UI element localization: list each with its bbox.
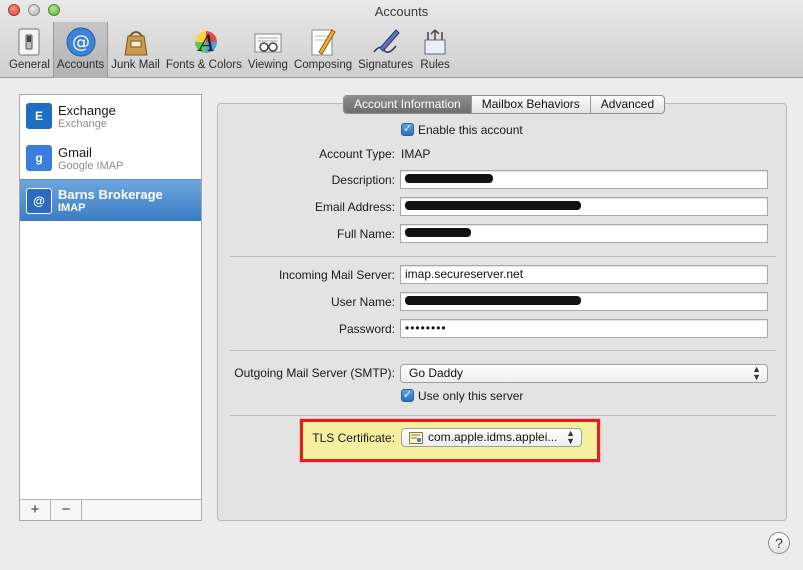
toolbar-rules[interactable]: Rules [416,22,454,78]
certificate-icon [409,432,423,444]
account-row-barns-brokerage[interactable]: @ Barns Brokerage IMAP [20,179,201,221]
smtp-server-popup[interactable]: Go Daddy ▲ ▼ [400,364,768,383]
preferences-toolbar: General @ Accounts Junk Mail A Fonts & C… [6,22,454,78]
toolbar-label: Junk Mail [111,59,160,71]
toolbar-signatures[interactable]: Signatures [355,22,416,78]
toolbar-label: Rules [420,59,450,71]
tls-certificate-popup[interactable]: com.apple.idms.applei... ▲ ▼ [401,428,582,447]
password-field[interactable]: •••••••• [400,319,768,338]
account-list[interactable]: E Exchange Exchange g Gmail Google IMAP … [19,94,202,521]
section-divider [230,256,776,257]
section-divider [230,350,776,351]
fonts-colors-icon: A [194,31,217,57]
smtp-label: Outgoing Mail Server (SMTP): [234,366,395,380]
popup-arrows-icon: ▲ ▼ [752,364,761,382]
help-button[interactable]: ? [768,532,790,554]
general-switch-icon [18,28,40,56]
svg-text:@: @ [72,32,90,53]
account-type: IMAP [58,202,86,214]
account-type: Exchange [58,117,107,130]
popup-arrows-icon: ▲ ▼ [566,428,575,446]
smtp-server-value: Go Daddy [409,366,464,380]
google-icon: g [26,145,52,171]
toolbar-label: Viewing [247,59,288,71]
toolbar-label: General [9,59,50,71]
tab-advanced[interactable]: Advanced [591,96,664,113]
signatures-pen-icon [373,29,400,53]
tab-mailbox-behaviors[interactable]: Mailbox Behaviors [472,96,591,113]
enable-account-checkbox[interactable]: ✓ [401,123,414,136]
section-divider [230,415,776,416]
incoming-server-field[interactable]: imap.secureserver.net [400,265,768,284]
description-field[interactable] [400,170,768,189]
settings-tabs: Account Information Mailbox Behaviors Ad… [343,95,666,114]
user-name-field[interactable] [400,292,768,311]
email-address-field[interactable] [400,197,768,216]
toolbar-fonts-colors[interactable]: A Fonts & Colors [163,22,245,78]
toolbar-composing[interactable]: Composing [291,22,355,78]
account-type-value: IMAP [401,147,431,161]
toolbar-label: Signatures [358,59,414,71]
full-name-label: Full Name: [336,227,395,241]
remove-account-button[interactable]: − [51,500,82,520]
account-name: Barns Brokerage [58,187,163,202]
email-address-label: Email Address: [314,200,395,214]
account-name: Exchange [58,102,116,118]
title-bar: Accounts General @ Accounts Junk Mail A … [0,0,803,78]
rules-arrows-icon [424,29,446,55]
at-sign-icon: @ [26,187,52,214]
account-list-footer: + − [20,499,201,520]
enable-account-label: Enable this account [418,123,523,137]
at-sign-icon: @ [66,27,96,57]
account-name: Gmail [58,144,92,160]
account-row-gmail[interactable]: g Gmail Google IMAP [20,137,201,179]
account-type: Google IMAP [58,159,124,172]
composing-pencil-icon [311,29,336,56]
full-name-field[interactable] [400,224,768,243]
account-row-exchange[interactable]: E Exchange Exchange [20,95,201,137]
tls-certificate-label: TLS Certificate: [312,431,395,445]
toolbar-label: Fonts & Colors [165,59,242,71]
toolbar-viewing[interactable]: Viewing [245,22,291,78]
description-label: Description: [331,173,395,187]
viewing-glasses-icon [254,33,282,53]
use-only-server-checkbox[interactable]: ✓ [401,389,414,402]
toolbar-junk-mail[interactable]: Junk Mail [108,22,163,78]
toolbar-general[interactable]: General [6,22,53,78]
use-only-server-label: Use only this server [418,389,524,403]
window-title: Accounts [374,4,429,19]
account-type-label: Account Type: [319,147,395,161]
toolbar-label: Accounts [56,59,105,71]
user-name-label: User Name: [330,295,395,309]
tls-certificate-value: com.apple.idms.applei... [428,430,558,444]
svg-text:A: A [197,32,215,57]
password-label: Password: [338,322,395,336]
junk-mail-bag-icon [123,31,148,56]
exchange-icon: E [26,103,52,129]
toolbar-accounts[interactable]: @ Accounts [52,22,109,78]
incoming-server-label: Incoming Mail Server: [278,268,395,282]
tab-account-information[interactable]: Account Information [344,96,472,113]
add-account-button[interactable]: + [20,500,51,520]
toolbar-label: Composing [293,59,353,71]
